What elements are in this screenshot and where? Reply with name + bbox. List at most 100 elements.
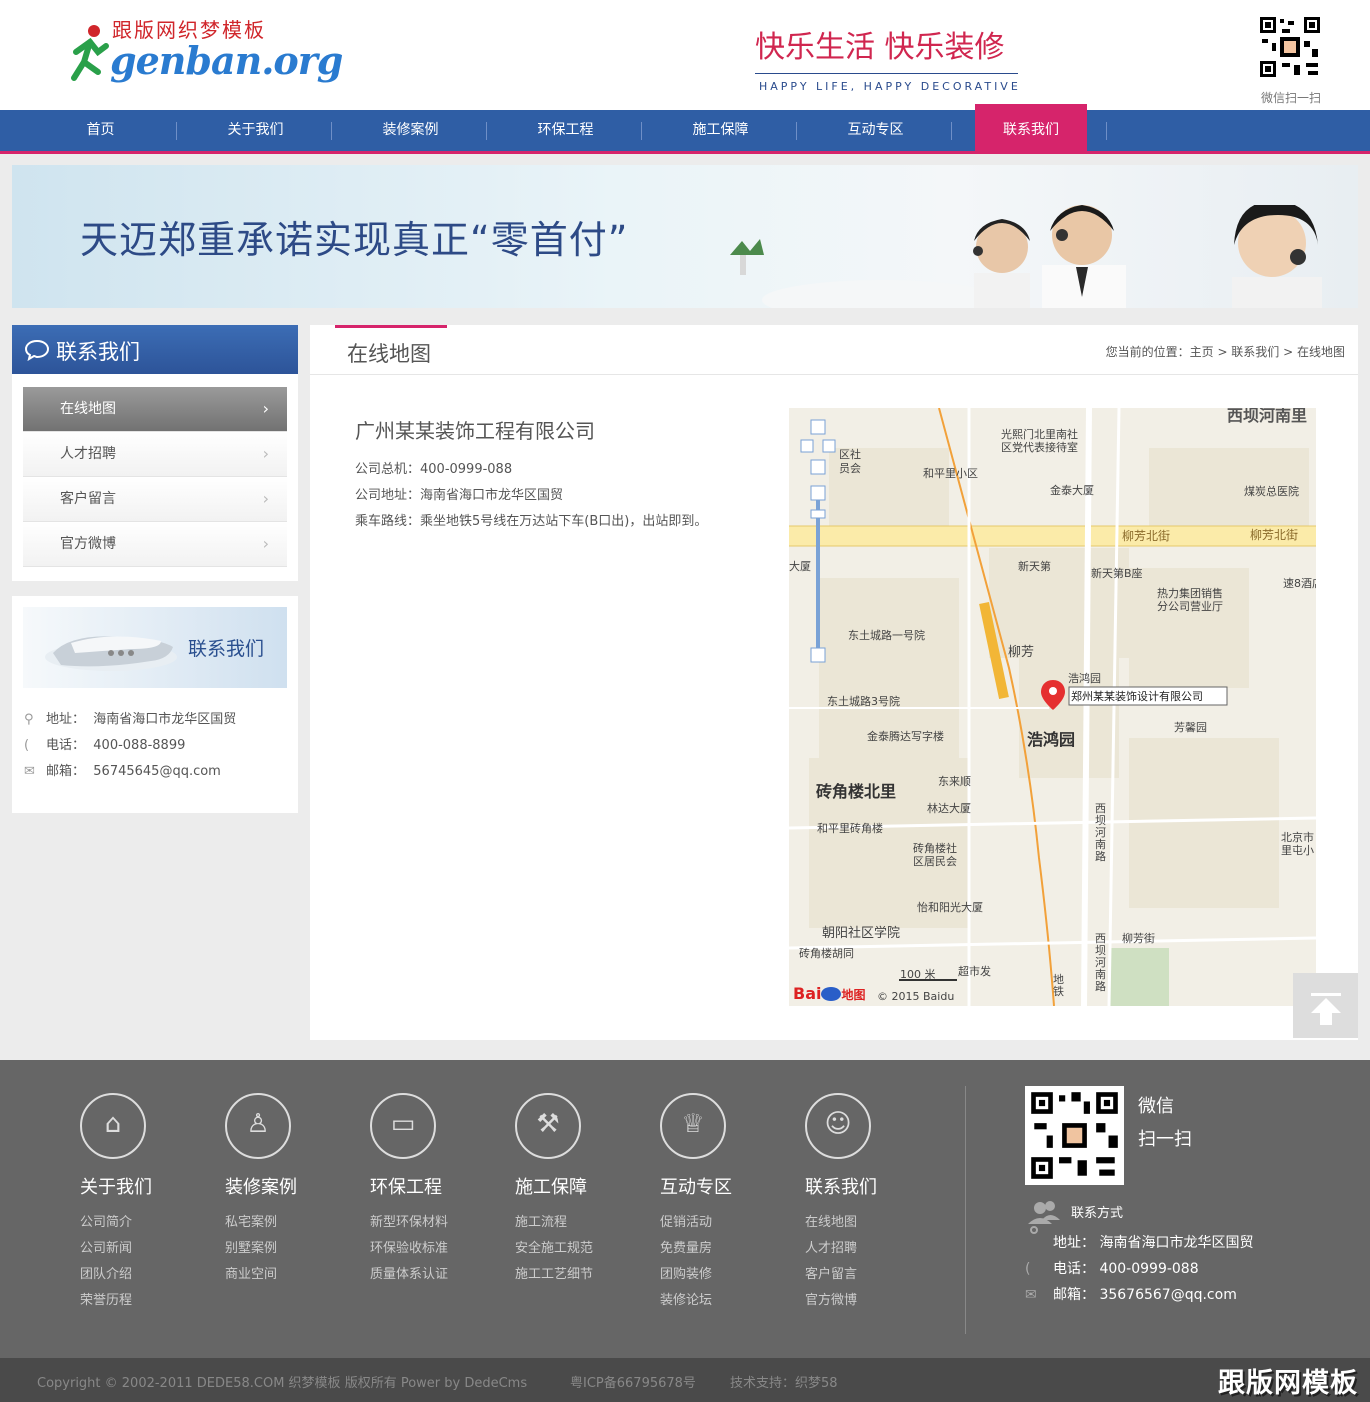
sidebar-item-weibo[interactable]: 官方微博 › <box>23 522 287 567</box>
map-road-label: 柳芳北街 <box>1122 529 1171 543</box>
footer-link[interactable]: 装修论坛 <box>660 1289 712 1308</box>
sidebar-item-label: 在线地图 <box>60 401 116 417</box>
map-road-label: 西坝河南路 <box>1095 802 1106 863</box>
footer-qr-code <box>1025 1086 1124 1185</box>
chevron-right-icon: › <box>262 534 269 553</box>
map-label: 芳馨园 <box>1174 721 1207 734</box>
footer-link[interactable]: 客户留言 <box>805 1263 857 1282</box>
runner-logo-icon <box>71 25 109 81</box>
chevron-right-icon: › <box>262 444 269 463</box>
footer-column-title[interactable]: 关于我们 <box>80 1173 152 1199</box>
sidebar-item-online-map[interactable]: 在线地图 › <box>23 387 287 432</box>
map-label: 朝阳社区学院 <box>822 926 901 941</box>
nav-item-cases[interactable]: 装修案例 <box>333 110 488 151</box>
online-map[interactable]: 西坝河南里 光熙门北里南社 区党代表接待室 区社 员会 和平里小区 金泰大厦 煤… <box>789 408 1316 1006</box>
qr-label: 微信扫一扫 <box>1260 91 1321 105</box>
footer-link[interactable]: 环保验收标准 <box>370 1237 448 1256</box>
baidu-logo-text: Bai <box>793 984 822 1003</box>
footer-link[interactable]: 施工工艺细节 <box>515 1263 593 1282</box>
site-footer: ⌂ 关于我们 公司简介 公司新闻 团队介绍 荣誉历程 ♙ 装修案例 私宅案例 别… <box>0 1060 1370 1358</box>
footer-link[interactable]: 别墅案例 <box>225 1237 277 1256</box>
sidebar-item-messages[interactable]: 客户留言 › <box>23 477 287 522</box>
footer-link[interactable]: 在线地图 <box>805 1211 857 1230</box>
footer-link[interactable]: 团购装修 <box>660 1263 712 1282</box>
slogan-chinese: 快乐生活 快乐装修 <box>755 30 1005 65</box>
footer-column-title[interactable]: 环保工程 <box>370 1173 442 1199</box>
footer-link[interactable]: 施工流程 <box>515 1211 567 1230</box>
footer-email-text[interactable]: 邮箱： 35676567@qq.com <box>1053 1287 1237 1303</box>
logo-english: genban.org <box>110 38 343 83</box>
footer-column-title[interactable]: 施工保障 <box>515 1173 587 1199</box>
map-label: 新天第B座 <box>1091 567 1143 580</box>
footer-column-title[interactable]: 联系我们 <box>805 1173 877 1199</box>
footer-link[interactable]: 荣誉历程 <box>80 1289 132 1308</box>
sidebar-item-recruitment[interactable]: 人才招聘 › <box>23 432 287 477</box>
footer-link[interactable]: 商业空间 <box>225 1263 277 1282</box>
map-label: 怡和阳光大厦 <box>917 901 983 914</box>
envelope-icon: ✉ <box>24 764 35 779</box>
tech-support[interactable]: 技术支持：织梦58 <box>730 1372 838 1391</box>
footer-link[interactable]: 新型环保材料 <box>370 1211 448 1230</box>
footer-column-title[interactable]: 装修案例 <box>225 1173 297 1199</box>
phone-value: 400-088-8899 <box>93 738 186 753</box>
page-title: 在线地图 <box>347 342 431 366</box>
nav-separator <box>796 122 797 140</box>
baidu-logo-text: 地图 <box>841 988 866 1002</box>
address-value: 海南省海口市龙华区国贸 <box>93 712 237 727</box>
main-nav: 首页 关于我们 装修案例 环保工程 施工保障 互动专区 联系我们 <box>0 104 1370 154</box>
map-road-label: 柳芳北街 <box>1250 528 1299 542</box>
phone-label: 电话： <box>46 738 86 753</box>
footer-link[interactable]: 人才招聘 <box>805 1237 857 1256</box>
company-phone: 公司总机：400-0999-088 <box>355 462 513 477</box>
paint-roller-icon: ▭ <box>370 1093 436 1159</box>
contact-people-icon <box>1028 1201 1060 1234</box>
slogan: 快乐生活 快乐装修 HAPPY LIFE, HAPPY DECORATIVE <box>755 10 1025 95</box>
map-label: 和平里砖角楼 <box>817 822 883 835</box>
baidu-paw-icon <box>821 987 842 1001</box>
footer-link[interactable]: 官方微博 <box>805 1289 857 1308</box>
nav-item-interactive[interactable]: 互动专区 <box>798 110 953 151</box>
nav-separator <box>331 122 332 140</box>
footer-phone: (电话： 400-0999-088 <box>1025 1258 1199 1278</box>
icp-number[interactable]: 粤ICP备66795678号 <box>570 1372 696 1391</box>
nav-item-eco[interactable]: 环保工程 <box>488 110 643 151</box>
map-label: 东来顺 <box>938 775 971 788</box>
copyright-text: Copyright © 2002-2011 DEDE58.COM 织梦模板 版权… <box>37 1376 528 1391</box>
email-value[interactable]: 56745645@qq.com <box>93 764 221 779</box>
sidebar-header: 联系我们 <box>12 325 298 374</box>
map-label: 速8酒店 <box>1283 577 1316 590</box>
footer-link[interactable]: 免费量房 <box>660 1237 712 1256</box>
breadcrumb[interactable]: 您当前的位置：主页 > 联系我们 > 在线地图 <box>1106 343 1345 360</box>
sidebar-email: ✉ 邮箱： 56745645@qq.com <box>24 760 221 779</box>
footer-address: 地址： 海南省海口市龙华区国贸 <box>1053 1235 1254 1251</box>
nav-item-construction[interactable]: 施工保障 <box>643 110 798 151</box>
nav-item-about[interactable]: 关于我们 <box>178 110 333 151</box>
back-to-top-button[interactable] <box>1293 973 1358 1038</box>
slogan-divider <box>755 73 1018 74</box>
slogan-english: HAPPY LIFE, HAPPY DECORATIVE <box>759 80 1021 93</box>
site-logo[interactable]: 跟版网织梦模板 genban.org <box>70 14 343 84</box>
company-address: 公司地址：海南省海口市龙华区国贸 <box>355 488 564 503</box>
nav-item-home[interactable]: 首页 <box>23 110 178 151</box>
footer-link[interactable]: 安全施工规范 <box>515 1237 593 1256</box>
watermark-logo: 跟版网模板 <box>1218 1368 1358 1399</box>
location-pin-icon: ⚲ <box>24 712 34 727</box>
footer-link[interactable]: 私宅案例 <box>225 1211 277 1230</box>
map-label: 员会 <box>839 462 861 475</box>
customer-service-people-icon <box>730 205 1322 308</box>
map-label: 砖角楼胡同 <box>799 947 854 960</box>
footer-link[interactable]: 团队介绍 <box>80 1263 132 1282</box>
baidu-logo: Bai 地图 <box>793 984 866 1003</box>
footer-link[interactable]: 质量体系认证 <box>370 1263 448 1282</box>
nav-item-contact[interactable]: 联系我们 <box>975 104 1087 151</box>
footer-link[interactable]: 促销活动 <box>660 1211 712 1230</box>
footer-column-title[interactable]: 互动专区 <box>660 1173 732 1199</box>
arrow-up-icon <box>1311 993 1341 1025</box>
map-marker-label[interactable]: 郑州某某装饰设计有限公司 <box>1071 688 1203 704</box>
footer-link[interactable]: 公司新闻 <box>80 1237 132 1256</box>
footer-link[interactable]: 公司简介 <box>80 1211 132 1230</box>
chevron-right-icon: › <box>262 489 269 508</box>
banner-headline: 天迈郑重承诺实现真正“零首付” <box>80 218 629 262</box>
qr-code-icon <box>1031 1092 1118 1179</box>
map-label: 分公司营业厅 <box>1157 600 1223 613</box>
